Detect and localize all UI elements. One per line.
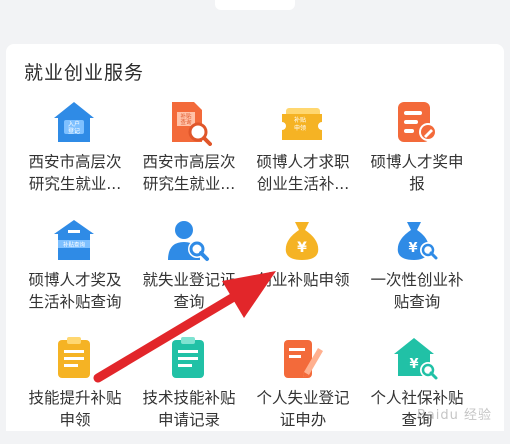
service-label: 硕博人才奖申 报 [370,153,464,193]
doc-search-icon: 补贴 查询 [164,98,212,146]
document-teal-icon [164,334,212,382]
top-card-edge [215,0,295,10]
svg-text:补贴: 补贴 [180,112,192,120]
house-money-search-icon: ¥ [392,334,440,382]
house-register-icon: 入户 登记 [50,98,98,146]
service-label: 技能提升补贴 申领 [28,389,122,429]
service-item-startup-subsidy-apply[interactable]: ¥ 创业补贴申领 [246,216,360,326]
service-card: 就业创业服务 入户 登记 西安市高层次 研究生就业... 补贴 查询 西安市高层次 … [6,44,504,431]
svg-text:补贴: 补贴 [294,116,306,124]
service-label: 硕博人才求职 创业生活补... [256,153,350,193]
money-bag-search-icon: ¥ [392,216,440,264]
house-subsidy-icon: 补贴查询 [50,216,98,264]
service-item-talent-award-query[interactable]: 补贴查询 硕博人才奖及 生活补贴查询 [18,216,132,326]
service-item-social-security-subsidy-query[interactable]: ¥ 个人社保补贴 查询 [360,334,474,444]
service-item-unemployment-cert-query[interactable]: 就失业登记证 查询 [132,216,246,326]
service-item-job-subsidy[interactable]: 补贴 申领 硕博人才求职 创业生活补... [246,98,360,208]
svg-text:¥: ¥ [408,241,417,256]
service-label: 西安市高层次 研究生就业... [142,153,236,193]
document-yellow-icon [50,334,98,382]
service-label: 硕博人才奖及 生活补贴查询 [28,271,122,311]
service-item-unemployment-cert-apply[interactable]: 个人失业登记 证申办 [246,334,360,444]
svg-text:¥: ¥ [409,357,418,372]
service-item-skill-subsidy-records[interactable]: 技术技能补贴 申请记录 [132,334,246,444]
svg-text:入户: 入户 [68,120,80,128]
svg-text:¥: ¥ [297,240,307,256]
service-item-talent-award[interactable]: 硕博人才奖申 报 [360,98,474,208]
doc-pen-icon [278,334,326,382]
person-search-icon [164,216,212,264]
svg-text:申领: 申领 [294,124,306,132]
svg-text:查询: 查询 [180,118,192,126]
service-label: 就失业登记证 查询 [142,271,236,311]
doc-edit-icon [392,98,440,146]
money-bag-icon: ¥ [278,216,326,264]
service-label: 创业补贴申领 [256,271,350,289]
service-label: 西安市高层次 研究生就业... [28,153,122,193]
top-strip [0,0,510,42]
service-label: 个人失业登记 证申办 [256,389,350,429]
watermark: Baidu 经验 [416,408,492,423]
svg-text:补贴查询: 补贴查询 [63,241,86,249]
section-title: 就业创业服务 [24,62,145,84]
service-label: 一次性创业补 贴查询 [370,271,464,311]
svg-text:登记: 登记 [68,127,80,135]
service-item-skill-subsidy-apply[interactable]: 技能提升补贴 申领 [18,334,132,444]
service-item-graduate-employment-2[interactable]: 补贴 查询 西安市高层次 研究生就业... [132,98,246,208]
ticket-icon: 补贴 申领 [278,98,326,146]
service-label: 技术技能补贴 申请记录 [142,389,236,429]
service-item-onetime-subsidy-query[interactable]: ¥ 一次性创业补 贴查询 [360,216,474,326]
service-item-graduate-employment-1[interactable]: 入户 登记 西安市高层次 研究生就业... [18,98,132,208]
